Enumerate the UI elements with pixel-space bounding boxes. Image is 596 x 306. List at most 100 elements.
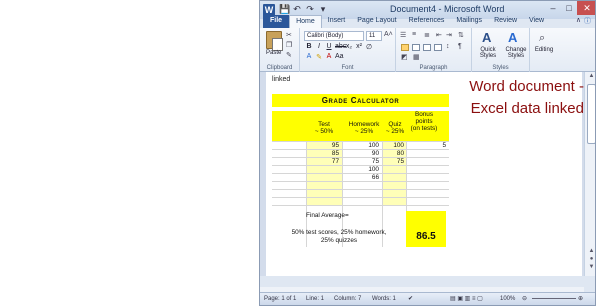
tab-page-layout[interactable]: Page Layout: [351, 15, 402, 28]
sheet-header-band: Test ~ 50% Homework ~ 25% Quiz ~ 25% Bon…: [272, 111, 449, 141]
copy-icon[interactable]: ❐: [286, 41, 292, 49]
tab-file[interactable]: File: [263, 15, 290, 28]
zoom-in-icon[interactable]: ⊕: [578, 293, 583, 305]
increase-indent-icon[interactable]: ⇥: [446, 31, 452, 39]
minimize-icon[interactable]: –: [545, 1, 561, 15]
sort-icon[interactable]: ⇅: [458, 31, 464, 39]
quick-styles-label[interactable]: Quick Styles: [474, 47, 502, 59]
multilevel-list-icon[interactable]: ≣: [424, 31, 430, 39]
font-color-icon[interactable]: A: [325, 53, 333, 61]
change-styles-label[interactable]: Change Styles: [502, 47, 530, 59]
close-icon[interactable]: ✕: [577, 1, 595, 15]
subscript-icon[interactable]: x₂: [345, 43, 353, 51]
quiz-score-cell: 100: [393, 142, 404, 149]
annotation-text: Word document - Excel data linked: [452, 76, 584, 120]
font-color-row: A ✎ A Aa: [305, 53, 344, 61]
final-average-label: Final Average=: [306, 212, 349, 219]
numbering-icon[interactable]: ≡: [412, 31, 416, 38]
change-case-icon[interactable]: Aa: [335, 53, 344, 61]
weighting-note: 50% test scores, 25% homework, 25% quizz…: [291, 229, 387, 244]
paragraph-group-label: Paragraph: [419, 65, 448, 71]
minimize-ribbon-icon[interactable]: ∧: [576, 16, 581, 26]
grow-font-icon[interactable]: A˄: [384, 31, 393, 38]
find-icon[interactable]: ⌕: [539, 32, 545, 45]
bold-icon[interactable]: B: [305, 43, 313, 51]
status-words[interactable]: Words: 1: [372, 293, 396, 305]
tab-home[interactable]: Home: [289, 15, 322, 28]
tab-review[interactable]: Review: [488, 15, 523, 28]
scroll-up-icon[interactable]: ▲: [585, 73, 595, 79]
zoom-slider[interactable]: [532, 298, 576, 299]
quiz-score-cell: 80: [396, 150, 404, 157]
zoom-out-icon[interactable]: ⊖: [522, 293, 527, 305]
shading-icon[interactable]: ◩: [401, 53, 408, 61]
align-center-icon[interactable]: [412, 44, 420, 51]
font-size-box[interactable]: 11: [366, 31, 382, 41]
font-name-box[interactable]: Calibri (Body): [304, 31, 364, 41]
final-average-result: 86.5: [406, 211, 446, 247]
zoom-level[interactable]: 100%: [500, 293, 515, 305]
status-bar: Page: 1 of 1 Line: 1 Column: 7 Words: 1 …: [260, 292, 595, 305]
highlight-icon[interactable]: ✎: [315, 53, 323, 61]
tab-insert[interactable]: Insert: [322, 15, 352, 28]
view-buttons-icon[interactable]: ▤ ▣ ▥ ≡ ▢: [450, 293, 483, 305]
change-styles-icon[interactable]: A: [508, 30, 517, 45]
maximize-icon[interactable]: □: [561, 1, 577, 15]
paste-button-label[interactable]: Paste: [266, 50, 281, 56]
text-effects-icon[interactable]: A: [305, 53, 313, 61]
help-icon[interactable]: ⓘ: [584, 16, 591, 26]
test-score-cell: 77: [331, 158, 339, 165]
tab-view[interactable]: View: [523, 15, 550, 28]
test-score-cell: 85: [331, 150, 339, 157]
clipboard-group-label: Clipboard: [266, 65, 293, 71]
window-controls: – □ ✕: [545, 1, 595, 15]
status-page[interactable]: Page: 1 of 1: [264, 293, 296, 305]
styles-group: A A Quick Styles Change Styles Styles: [472, 28, 530, 72]
strikethrough-icon[interactable]: abc: [335, 43, 346, 51]
paste-icon[interactable]: [266, 31, 283, 51]
homework-score-cell: 66: [371, 174, 379, 181]
superscript-icon[interactable]: x²: [355, 43, 363, 51]
homework-score-cell: 100: [368, 166, 379, 173]
test-score-cell: 95: [331, 142, 339, 149]
grid-line: [272, 205, 449, 206]
ribbon-tabs: File Home Insert Page Layout References …: [260, 14, 595, 28]
ribbon-right-icons: ∧ ⓘ: [576, 16, 591, 26]
borders-icon[interactable]: ▦: [413, 53, 420, 61]
document-page[interactable]: linked Grade Calculator Test ~ 50% Homew…: [266, 72, 584, 276]
align-left-icon[interactable]: [401, 44, 409, 51]
align-right-icon[interactable]: [423, 44, 431, 51]
quick-styles-icon[interactable]: A: [482, 30, 491, 45]
decrease-indent-icon[interactable]: ⇤: [436, 31, 442, 39]
editing-label[interactable]: Editing: [530, 47, 558, 53]
grid-line: [272, 197, 449, 198]
linked-excel-table[interactable]: Grade Calculator Test ~ 50% Homework ~ 2…: [272, 94, 449, 247]
homework-score-cell: 100: [368, 142, 379, 149]
styles-group-label: Styles: [492, 65, 509, 71]
justify-icon[interactable]: [434, 44, 442, 51]
clear-format-icon[interactable]: ∅: [365, 43, 373, 51]
bonus-points-cell: 5: [442, 142, 446, 149]
tab-references[interactable]: References: [403, 15, 451, 28]
paragraph-group: ☰ ≡ ≣ ⇤ ⇥ ⇅ ↕ ¶ ◩ ▦ Paragraph: [396, 28, 472, 72]
previous-page-icon[interactable]: ▲: [585, 248, 595, 254]
tab-mailings[interactable]: Mailings: [450, 15, 488, 28]
cut-icon[interactable]: ✂: [286, 31, 292, 39]
line-spacing-icon[interactable]: ↕: [446, 43, 450, 50]
grid-line: [272, 181, 449, 182]
bullets-icon[interactable]: ☰: [400, 31, 406, 39]
browse-object-icon[interactable]: ●: [585, 256, 595, 262]
font-group: Calibri (Body) 11 A˄ B I U abc x₂ x² ∅ A…: [300, 28, 396, 72]
proofing-icon[interactable]: ✔: [408, 293, 413, 305]
status-line[interactable]: Line: 1: [306, 293, 324, 305]
scrollbar-thumb[interactable]: [587, 84, 595, 144]
italic-icon[interactable]: I: [315, 43, 323, 51]
underline-icon[interactable]: U: [325, 43, 333, 51]
next-page-icon[interactable]: ▼: [585, 264, 595, 270]
vertical-scrollbar[interactable]: ▲ ▲ ● ▼: [584, 72, 595, 276]
status-column[interactable]: Column: 7: [334, 293, 361, 305]
grid-line: [272, 189, 449, 190]
format-painter-icon[interactable]: ✎: [286, 51, 292, 59]
show-marks-icon[interactable]: ¶: [458, 43, 462, 50]
document-area: linked Grade Calculator Test ~ 50% Homew…: [260, 72, 595, 276]
